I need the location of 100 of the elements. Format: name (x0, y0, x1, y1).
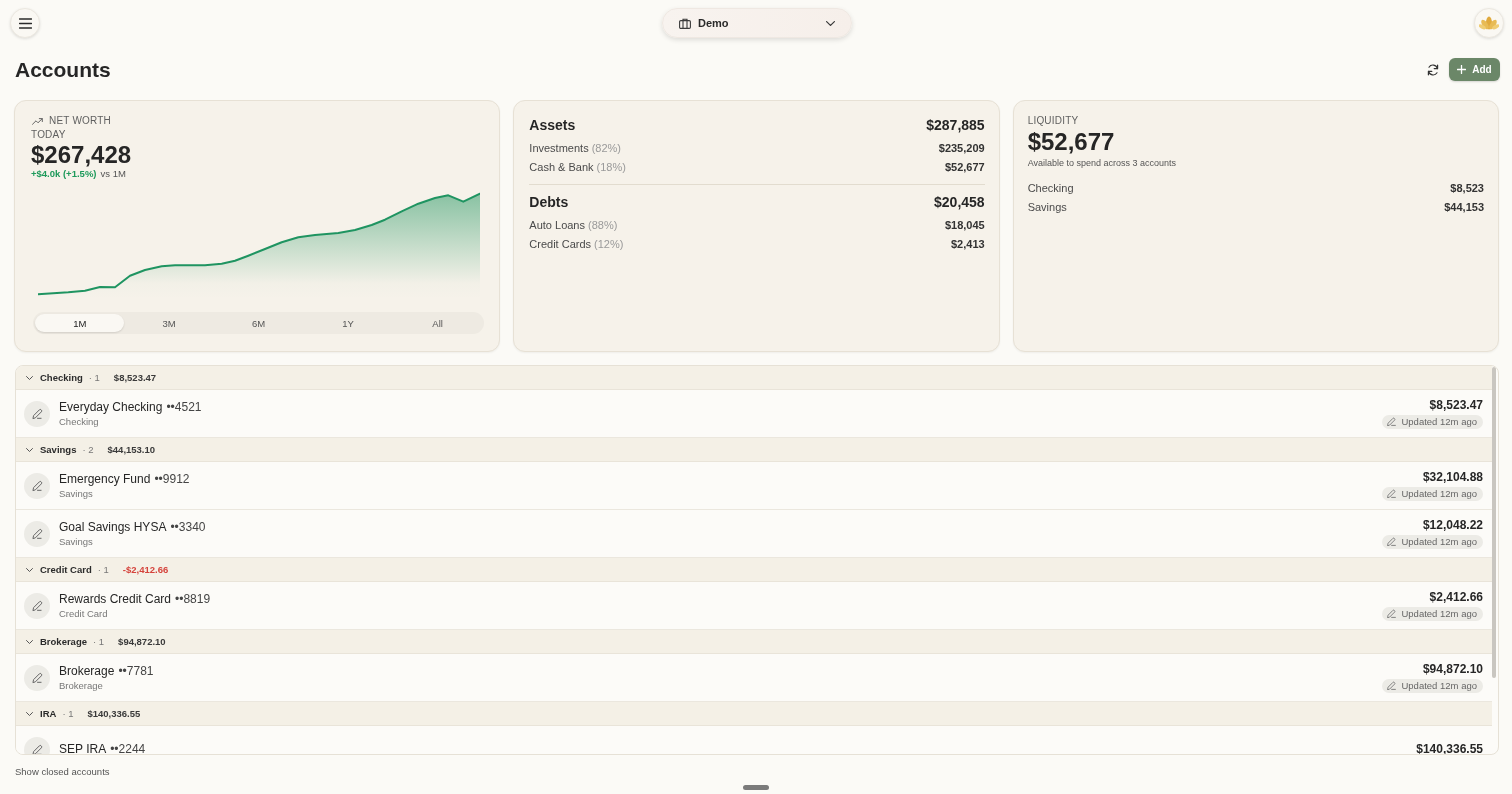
menu-button[interactable] (10, 8, 40, 38)
group-header[interactable]: Credit Card · 1 -$2,412.66 (16, 558, 1492, 582)
category-amount: $235,209 (938, 142, 985, 154)
group-name: Credit Card (40, 564, 92, 575)
show-closed-link[interactable]: Show closed accounts (15, 766, 110, 778)
change-value: +$4.0k (+1.5%) (31, 168, 97, 180)
group-count: · 1 (88, 372, 100, 383)
profile-button[interactable] (1474, 8, 1504, 38)
range-tab[interactable]: 6M (213, 314, 304, 332)
account-mask: ••3340 (170, 519, 206, 535)
account-balance: $2,412.66 (1429, 590, 1483, 606)
section-total: $287,885 (926, 117, 985, 133)
drag-handle[interactable] (743, 785, 769, 790)
group-total: $140,336.55 (87, 708, 141, 719)
category-share: (82%) (591, 142, 621, 154)
liquidity-caption: Available to spend across 3 accounts (1027, 157, 1177, 169)
account-type: Credit Card (59, 606, 108, 620)
category-amount: $52,677 (944, 161, 985, 173)
account-name: SEP IRA (59, 742, 107, 754)
pencil-icon (24, 472, 50, 499)
liquidity-value: $52,677 (1027, 129, 1115, 155)
group-header[interactable]: Savings · 2 $44,153.10 (16, 438, 1492, 462)
category-share: (18%) (596, 161, 626, 173)
group-name: IRA (40, 708, 57, 719)
pencil-icon (24, 520, 50, 547)
refresh-icon (1427, 63, 1439, 76)
pencil-icon (1387, 489, 1397, 499)
card-label: NET WORTH (49, 115, 111, 127)
trend-up-icon (32, 117, 43, 125)
pencil-icon (24, 664, 50, 691)
chevron-down-icon (826, 20, 835, 26)
account-balance: $32,104.88 (1422, 470, 1483, 486)
category-label: Credit Cards (529, 237, 592, 250)
range-tab[interactable]: 3M (124, 314, 214, 332)
section-title: Debts (529, 193, 569, 210)
update-status-text: Updated 12m ago (1401, 416, 1477, 428)
pencil-icon (1387, 537, 1397, 547)
category-label: Cash & Bank (529, 161, 594, 173)
range-tab[interactable]: All (392, 314, 483, 332)
range-tab[interactable]: 1Y (303, 314, 393, 332)
account-type: Checking (59, 414, 99, 428)
plus-icon (1457, 65, 1467, 74)
group-count: · 1 (62, 708, 74, 719)
liquidity-label: Checking (1027, 182, 1074, 194)
group-header[interactable]: Checking · 1 $8,523.47 (16, 366, 1492, 390)
period-label: TODAY (31, 129, 66, 141)
account-type: Savings (59, 534, 93, 548)
group-total: $8,523.47 (113, 372, 157, 383)
update-status-text: Updated 12m ago (1401, 536, 1477, 548)
range-tab[interactable]: 1M (35, 314, 125, 332)
change-comparison: vs 1M (100, 168, 126, 180)
category-label: Investments (529, 142, 589, 154)
briefcase-icon (679, 17, 691, 29)
account-mask: ••9912 (154, 471, 190, 487)
group-header[interactable]: Brokerage · 1 $94,872.10 (16, 630, 1492, 654)
account-mask: ••4521 (166, 399, 202, 415)
group-name: Brokerage (40, 636, 87, 647)
menu-icon (18, 17, 32, 29)
section-total: $20,458 (934, 193, 985, 210)
group-total: $44,153.10 (107, 444, 156, 455)
group-total: -$2,412.66 (122, 564, 169, 575)
section-title: Assets (529, 117, 576, 133)
update-status-text: Updated 12m ago (1401, 488, 1477, 500)
lotus-icon (1479, 16, 1499, 30)
account-name: Goal Savings HYSA (59, 519, 167, 535)
account-balance: $8,523.47 (1429, 398, 1483, 414)
group-count: · 2 (82, 444, 94, 455)
refresh-button[interactable] (1426, 62, 1440, 77)
scrollbar-thumb[interactable] (1492, 367, 1496, 678)
group-header[interactable]: IRA · 1 $140,336.55 (16, 702, 1492, 726)
net-worth-value: $267,428 (31, 142, 132, 168)
category-amount: $2,413 (951, 237, 985, 250)
account-balance: $94,872.10 (1422, 662, 1483, 678)
liquidity-amount: $8,523 (1450, 182, 1484, 194)
account-balance: $12,048.22 (1422, 518, 1483, 534)
account-type: Brokerage (59, 678, 103, 692)
group-count: · 1 (97, 564, 109, 575)
group-name: Checking (40, 372, 83, 383)
page-title: Accounts (15, 57, 111, 82)
account-mask: ••7781 (118, 663, 154, 679)
liquidity-amount: $44,153 (1444, 201, 1484, 213)
pencil-icon (1387, 681, 1397, 691)
update-status-text: Updated 12m ago (1401, 608, 1477, 620)
pencil-icon (24, 400, 50, 427)
account-type: Savings (59, 486, 93, 500)
account-name: Emergency Fund (59, 471, 151, 487)
card-label: LIQUIDITY (1027, 115, 1079, 127)
update-status-text: Updated 12m ago (1401, 680, 1477, 692)
account-name: Everyday Checking (59, 399, 163, 415)
workspace-dropdown[interactable]: Demo (662, 8, 852, 38)
add-button[interactable]: Add (1449, 58, 1500, 81)
liquidity-label: Savings (1027, 201, 1067, 213)
account-balance: $140,336.55 (1416, 742, 1483, 754)
pencil-icon (1387, 609, 1397, 619)
account-mask: ••8819 (175, 591, 211, 607)
category-label: Auto Loans (529, 218, 585, 231)
category-share: (12%) (594, 237, 624, 250)
pencil-icon (24, 592, 50, 619)
pencil-icon (1387, 417, 1397, 427)
group-count: · 1 (93, 636, 105, 647)
